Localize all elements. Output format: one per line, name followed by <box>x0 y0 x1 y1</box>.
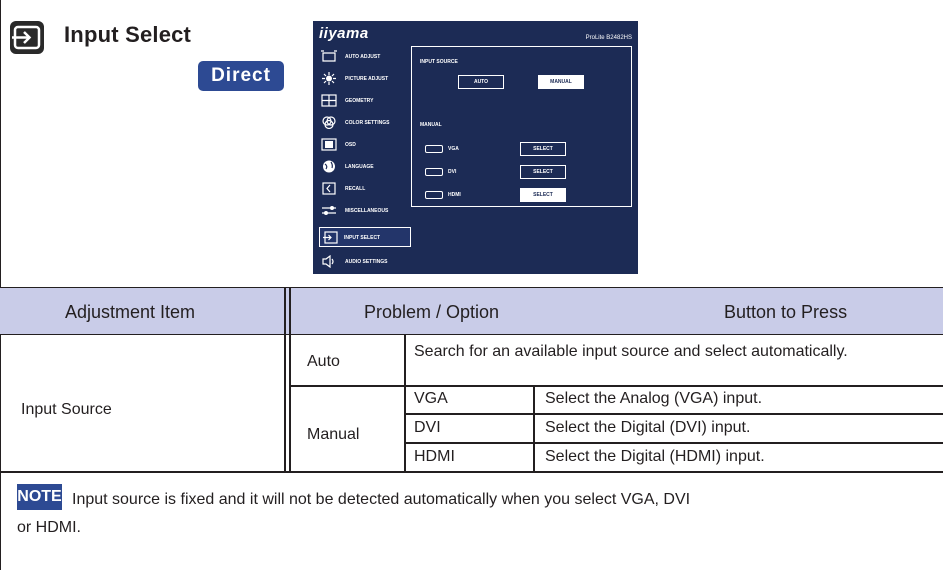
osd-hdmi-select-button: SELECT <box>520 188 566 202</box>
note-text-line2: or HDMI. <box>17 519 81 536</box>
osd-menu-item-auto-adjust: AUTO ADJUST <box>321 47 421 67</box>
note-badge: NOTE <box>17 484 62 510</box>
hdmi-port-icon <box>425 191 443 199</box>
input-select-icon <box>323 231 338 244</box>
osd-menu-item-language: LANGUAGE <box>321 157 421 177</box>
port-vga: VGA <box>414 390 448 407</box>
divider <box>289 288 291 471</box>
osd-menu-item-picture-adjust: PICTURE ADJUST <box>321 69 421 89</box>
auto-description: Search for an available input source and… <box>414 343 848 360</box>
dvi-description: Select the Digital (DVI) input. <box>545 419 751 436</box>
header-problem-option: Problem / Option <box>364 302 500 322</box>
header-button-to-press: Button to Press <box>724 302 848 322</box>
divider <box>404 413 943 415</box>
vga-port-icon <box>425 145 443 153</box>
page-title: Input Select <box>64 22 192 47</box>
osd-menu-item-recall: RECALL <box>321 179 421 199</box>
divider <box>284 288 286 471</box>
hdmi-description: Select the Digital (HDMI) input. <box>545 448 765 465</box>
input-select-icon <box>10 21 44 54</box>
header-adjustment-item: Adjustment Item <box>65 302 196 322</box>
osd-input-panel: INPUT SOURCE AUTO MANUAL MANUAL VGA SELE… <box>411 46 632 207</box>
brand-logo: iiyama <box>319 25 369 42</box>
model-name: ProLite B2482HS <box>585 35 632 41</box>
vga-description: Select the Analog (VGA) input. <box>545 390 763 407</box>
osd-menu-item-geometry: GEOMETRY <box>321 91 421 111</box>
osd-menu-item-miscellaneous: MISCELLANEOUS <box>321 201 421 221</box>
osd-icon <box>321 138 337 151</box>
option-manual: Manual <box>307 426 360 443</box>
direct-badge: Direct <box>198 61 284 91</box>
audio-settings-icon <box>322 255 334 268</box>
osd-screenshot: iiyama ProLite B2482HS AUTO ADJUST PICTU… <box>313 21 638 274</box>
osd-menu-item-color-settings: COLOR SETTINGS <box>321 113 421 133</box>
manual-label: MANUAL <box>420 122 442 128</box>
option-auto: Auto <box>307 353 340 370</box>
divider <box>404 442 943 444</box>
osd-auto-button: AUTO <box>458 75 504 89</box>
divider <box>289 385 943 387</box>
port-hdmi: HDMI <box>414 448 455 465</box>
osd-dvi-select-button: SELECT <box>520 165 566 179</box>
hdmi-label: HDMI <box>448 192 461 198</box>
recall-icon <box>322 182 336 195</box>
miscellaneous-icon <box>322 206 336 215</box>
divider <box>0 471 943 473</box>
auto-adjust-icon <box>321 50 337 62</box>
divider <box>404 335 406 471</box>
section-header: Input Select Direct iiyama ProLite B2482… <box>0 0 943 288</box>
picture-adjust-icon <box>322 72 336 85</box>
osd-menu-item-osd: OSD <box>321 135 421 155</box>
language-icon <box>323 160 335 173</box>
table-header: Adjustment Item Problem / Option Button … <box>0 288 943 335</box>
input-source-label: INPUT SOURCE <box>420 59 458 65</box>
osd-vga-select-button: SELECT <box>520 142 566 156</box>
color-settings-icon <box>322 116 336 129</box>
divider <box>533 385 535 471</box>
osd-menu-item-audio-settings: AUDIO SETTINGS <box>321 252 421 272</box>
geometry-icon <box>321 94 337 107</box>
dvi-port-icon <box>425 168 443 176</box>
osd-manual-button: MANUAL <box>538 75 584 89</box>
note-text-line1: Input source is fixed and it will not be… <box>72 491 691 508</box>
adjustment-item-input-source: Input Source <box>21 401 112 418</box>
vga-label: VGA <box>448 146 459 152</box>
port-dvi: DVI <box>414 419 441 436</box>
osd-menu-item-input-select: INPUT SELECT <box>319 227 411 247</box>
dvi-label: DVI <box>448 169 457 175</box>
